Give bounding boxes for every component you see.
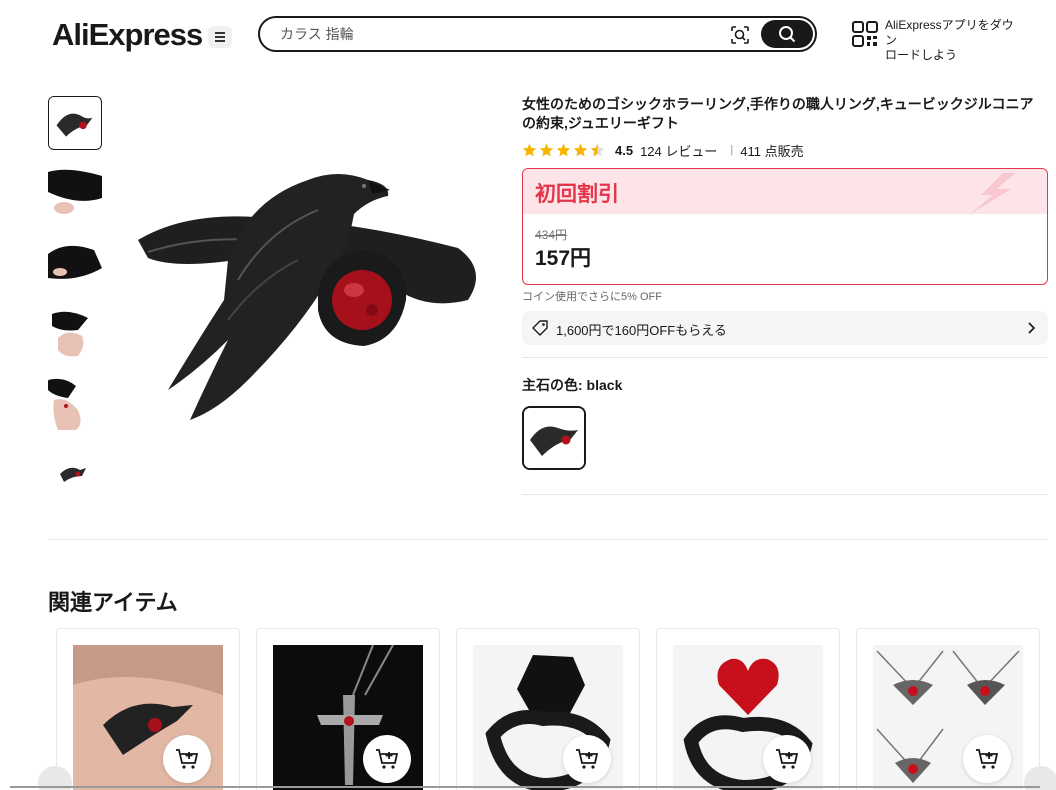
related-item-card[interactable]	[456, 628, 640, 790]
add-to-cart-button[interactable]	[163, 735, 211, 783]
review-count-link[interactable]: 124 レビュー	[640, 141, 717, 160]
sale-price: 157円	[535, 247, 592, 270]
thumbnail-6[interactable]	[48, 446, 102, 500]
star-icon	[539, 143, 554, 156]
color-swatch-black[interactable]	[522, 406, 586, 470]
thumbnail-1[interactable]	[48, 96, 102, 150]
add-to-cart-button[interactable]	[363, 735, 411, 783]
thumbnail-3[interactable]	[48, 236, 102, 290]
app-download-line2: ロードしよう	[885, 48, 958, 62]
cart-plus-icon	[576, 749, 599, 769]
horizontal-scrollbar[interactable]	[10, 786, 1040, 788]
header: AliExpress AliExpressアプリをダウン ロードしよう	[0, 0, 1056, 68]
related-item-card[interactable]	[56, 628, 240, 790]
rating-row: 4.5 124 レビュー | 411 点販売	[522, 141, 804, 159]
related-item-card[interactable]	[256, 628, 440, 790]
star-icon	[556, 143, 571, 156]
separator: |	[730, 144, 734, 156]
star-rating[interactable]	[522, 143, 605, 158]
qr-code-icon[interactable]	[852, 21, 878, 47]
thumbnail-2[interactable]	[48, 166, 102, 220]
app-download-line1: AliExpressアプリをダウン	[885, 18, 1014, 47]
thumbnail-list	[48, 96, 102, 516]
section-divider	[48, 539, 1048, 540]
related-item-card[interactable]	[656, 628, 840, 790]
coupon-row[interactable]: 1,600円で160円OFFもらえる	[522, 311, 1048, 345]
thumbnail-4[interactable]	[48, 306, 102, 360]
search-bar	[258, 16, 817, 52]
cart-plus-icon	[176, 749, 199, 769]
divider	[522, 357, 1048, 358]
search-button[interactable]	[761, 20, 813, 48]
star-icon	[573, 143, 588, 156]
rating-value: 4.5	[615, 142, 634, 158]
search-icon	[779, 26, 796, 43]
sold-count: 411 点販売	[740, 143, 804, 159]
price-card: 初回割引 434円 157円	[522, 168, 1048, 285]
divider	[522, 494, 1048, 495]
color-label: 主石の色: black	[522, 377, 623, 393]
tag-icon	[532, 320, 548, 336]
lightning-icon	[969, 173, 1015, 215]
image-search-icon[interactable]	[730, 25, 750, 45]
add-to-cart-button[interactable]	[563, 735, 611, 783]
product-title: 女性のためのゴシックホラーリング,手作りの職人リング,キュービックジルコニアの約…	[522, 96, 1034, 131]
half-star-icon	[590, 143, 605, 156]
chevron-right-icon	[1028, 322, 1036, 334]
first-discount-label: 初回割引	[535, 183, 619, 206]
thumbnail-5[interactable]	[48, 376, 102, 430]
cart-plus-icon	[376, 749, 399, 769]
coupon-text: 1,600円で160円OFFもらえる	[556, 323, 727, 338]
related-items-title: 関連アイテム	[48, 590, 178, 615]
related-item-card[interactable]	[856, 628, 1040, 790]
app-download-link[interactable]: AliExpressアプリをダウン ロードしよう	[885, 18, 1025, 63]
original-price: 434円	[535, 228, 568, 242]
price-banner: 初回割引	[523, 169, 1047, 215]
star-icon	[522, 143, 537, 156]
cart-plus-icon	[776, 749, 799, 769]
add-to-cart-button[interactable]	[963, 735, 1011, 783]
cart-plus-icon	[976, 749, 999, 769]
aliexpress-logo[interactable]: AliExpress	[52, 17, 203, 53]
search-input[interactable]	[280, 24, 710, 44]
menu-icon[interactable]	[208, 26, 232, 48]
related-items-list	[56, 628, 1056, 790]
coin-discount-note: コイン使用でさらに5% OFF	[522, 291, 662, 303]
main-product-image[interactable]	[128, 140, 488, 440]
add-to-cart-button[interactable]	[763, 735, 811, 783]
